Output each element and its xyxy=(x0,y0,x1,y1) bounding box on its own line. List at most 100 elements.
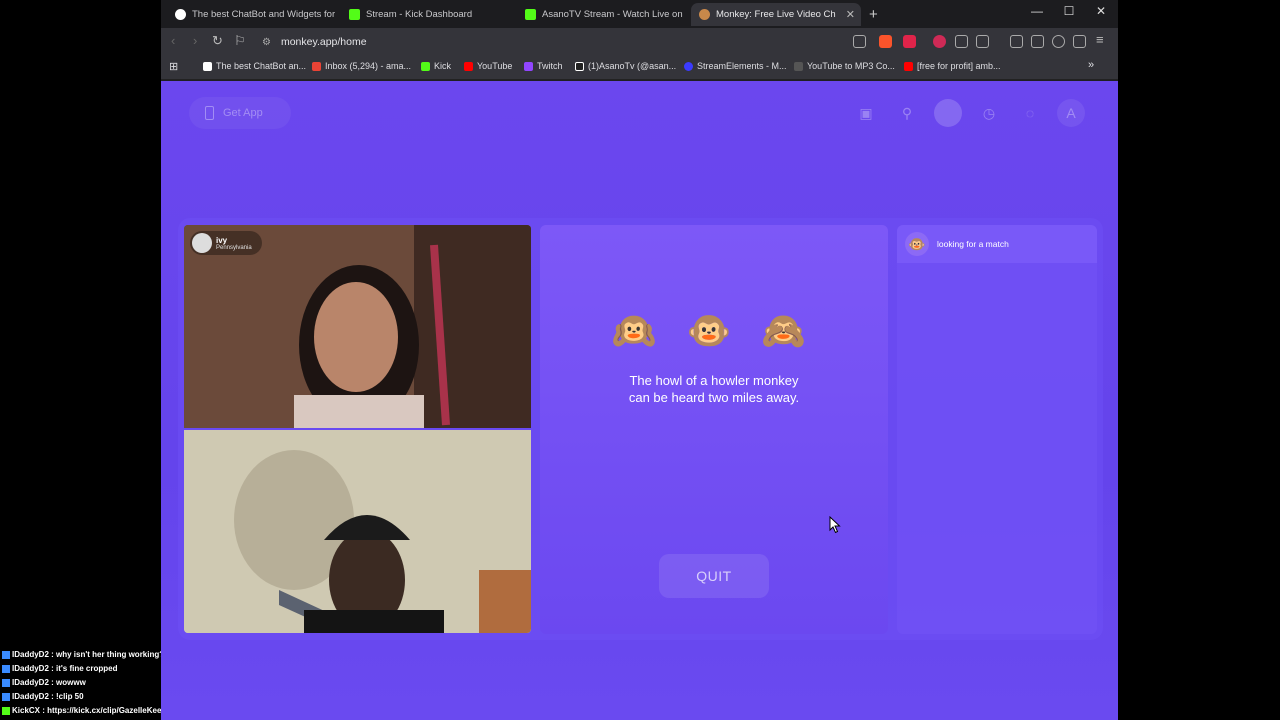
monkey-avatar-icon: 🐵 xyxy=(905,232,929,256)
partner-location: Pennsylvania xyxy=(216,244,252,251)
chat-line: KickCX : https://kick.cx/clip/GazelleKee… xyxy=(2,704,177,718)
phone-icon xyxy=(205,106,214,120)
bookmark-label: StreamElements - M... xyxy=(697,61,787,71)
bookmark-item[interactable]: (1)AsanoTv (@asan... xyxy=(575,61,676,71)
close-window-button[interactable]: ✕ xyxy=(1087,4,1115,18)
brave-shields-icon[interactable] xyxy=(879,35,892,48)
tiktok-icon xyxy=(575,61,584,71)
chat-text: IDaddyD2 : why isn't her thing working? xyxy=(12,650,165,659)
match-status-text: looking for a match xyxy=(937,239,1009,249)
self-video-image xyxy=(184,430,531,633)
close-tab-icon[interactable]: ✕ xyxy=(846,8,855,21)
navigation-bar: ‹ › ↻ ⚐ ⚙ monkey.app/home ≡ xyxy=(161,28,1118,56)
chat-line: IDaddyD2 : why isn't her thing working? xyxy=(2,648,177,662)
chat-text: IDaddyD2 : !clip 50 xyxy=(12,692,84,701)
converter-icon xyxy=(794,61,803,71)
tab-asanotv-stream[interactable]: AsanoTV Stream - Watch Live on Kick xyxy=(517,3,685,26)
avatar-icon[interactable] xyxy=(934,99,962,127)
chat-icon[interactable]: ◌ xyxy=(1016,99,1044,127)
bookmark-label: YouTube to MP3 Co... xyxy=(807,61,895,71)
maximize-button[interactable]: ☐ xyxy=(1055,4,1083,18)
bookmark-item[interactable]: Kick xyxy=(421,61,451,71)
bookmark-item[interactable]: Inbox (5,294) - ama... xyxy=(312,61,411,71)
sidebar-icon[interactable] xyxy=(1010,35,1023,48)
tab-strip: The best ChatBot and Widgets for Ki Stre… xyxy=(161,0,1118,28)
more-bookmarks-icon[interactable]: » xyxy=(1088,59,1094,71)
stream-overlay-left: IDaddyD2 : why isn't her thing working? … xyxy=(0,0,177,720)
kick-icon xyxy=(349,9,360,20)
tab-label: Monkey: Free Live Video Chat xyxy=(716,9,836,20)
quit-button[interactable]: QUIT xyxy=(659,554,769,598)
extensions-puzzle-icon[interactable] xyxy=(955,35,968,48)
brave-rewards-icon[interactable] xyxy=(903,35,916,48)
reading-list-icon[interactable] xyxy=(976,35,989,48)
share-icon[interactable] xyxy=(853,35,866,48)
browser-window: The best ChatBot and Widgets for Ki Stre… xyxy=(161,0,1118,720)
forward-button[interactable]: › xyxy=(193,33,197,48)
self-video xyxy=(184,430,531,633)
site-settings-icon[interactable]: ⚙ xyxy=(262,37,271,48)
partner-tag: ivy Pennsylvania xyxy=(190,231,262,255)
vpn-icon[interactable] xyxy=(1073,35,1086,48)
chat-line: IDaddyD2 : wowww xyxy=(2,676,177,690)
reload-button[interactable]: ↻ xyxy=(212,33,223,49)
kick-badge-icon xyxy=(2,692,10,701)
bookmark-label: The best ChatBot an... xyxy=(216,61,307,71)
tab-kick-dashboard[interactable]: Stream - Kick Dashboard xyxy=(341,3,509,26)
youtube-icon xyxy=(904,61,913,71)
partner-video-image xyxy=(184,225,531,428)
leo-ai-icon[interactable] xyxy=(1052,35,1065,48)
kick-badge-icon xyxy=(2,706,10,715)
chat-text: IDaddyD2 : it's fine cropped xyxy=(12,664,118,673)
youtube-icon xyxy=(464,61,473,71)
gmail-icon xyxy=(312,61,321,71)
bookmark-item[interactable]: [free for profit] amb... xyxy=(904,61,1001,71)
back-button[interactable]: ‹ xyxy=(171,33,175,48)
tab-monkey[interactable]: Monkey: Free Live Video Chat ✕ xyxy=(691,3,861,26)
bookmark-label: Twitch xyxy=(537,61,563,71)
partner-name: ivy xyxy=(216,235,228,245)
wallet-icon[interactable] xyxy=(1031,35,1044,48)
chat-text: KickCX : https://kick.cx/clip/GazelleKee… xyxy=(12,706,177,715)
bookmark-item[interactable]: Twitch xyxy=(524,61,563,71)
profile-initial: A xyxy=(1066,105,1076,121)
tab-botrix[interactable]: The best ChatBot and Widgets for Ki xyxy=(167,3,335,26)
monkey-fact: The howl of a howler monkey can be heard… xyxy=(628,373,800,405)
menu-icon[interactable]: ≡ xyxy=(1096,32,1104,47)
apps-grid-icon[interactable]: ⊞ xyxy=(169,60,178,73)
tab-label: AsanoTV Stream - Watch Live on Kick xyxy=(542,9,685,20)
bookmark-item[interactable]: The best ChatBot an... xyxy=(203,61,306,71)
history-icon[interactable]: ◷ xyxy=(975,99,1003,127)
profile-button[interactable]: A xyxy=(1057,99,1085,127)
address-bar[interactable]: ⚙ monkey.app/home xyxy=(256,31,866,53)
bookmark-label: [free for profit] amb... xyxy=(917,61,1001,71)
kick-icon xyxy=(525,9,536,20)
bookmark-item[interactable]: YouTube xyxy=(464,61,512,71)
get-app-button[interactable]: Get App xyxy=(189,97,291,129)
chat-line: IDaddyD2 : it's fine cropped xyxy=(2,662,177,676)
partner-video: ivy Pennsylvania xyxy=(184,225,531,428)
chat-line: IDaddyD2 : !clip 50 xyxy=(2,690,177,704)
url-text[interactable]: monkey.app/home xyxy=(281,36,367,48)
bookmark-item[interactable]: YouTube to MP3 Co... xyxy=(794,61,895,71)
stream-overlay-right xyxy=(1118,0,1280,720)
kick-badge-icon xyxy=(2,678,10,687)
tab-label: The best ChatBot and Widgets for Ki xyxy=(192,9,335,20)
streamelements-icon xyxy=(684,61,693,71)
bookmark-icon[interactable]: ⚐ xyxy=(234,33,246,49)
get-app-label: Get App xyxy=(223,107,263,119)
stream-chat-log: IDaddyD2 : why isn't her thing working? … xyxy=(2,648,177,718)
partner-avatar xyxy=(192,233,212,253)
bookmark-item[interactable]: StreamElements - M... xyxy=(684,61,787,71)
search-icon[interactable]: ⚲ xyxy=(893,99,921,127)
monkey-icon xyxy=(699,9,710,20)
botrix-icon xyxy=(175,9,186,20)
shop-icon[interactable]: ▣ xyxy=(852,99,880,127)
bookmark-label: Kick xyxy=(434,61,452,71)
new-tab-button[interactable]: + xyxy=(869,6,878,23)
monkey-app-page: Get App ▣ ⚲ ◷ ◌ A ivy Pennsylvania 🙉 🐵 🙈… xyxy=(161,81,1118,720)
extension-icon[interactable] xyxy=(933,35,946,48)
minimize-button[interactable]: — xyxy=(1023,4,1051,18)
chat-text: IDaddyD2 : wowww xyxy=(12,678,86,687)
bookmark-label: (1)AsanoTv (@asan... xyxy=(588,61,677,71)
